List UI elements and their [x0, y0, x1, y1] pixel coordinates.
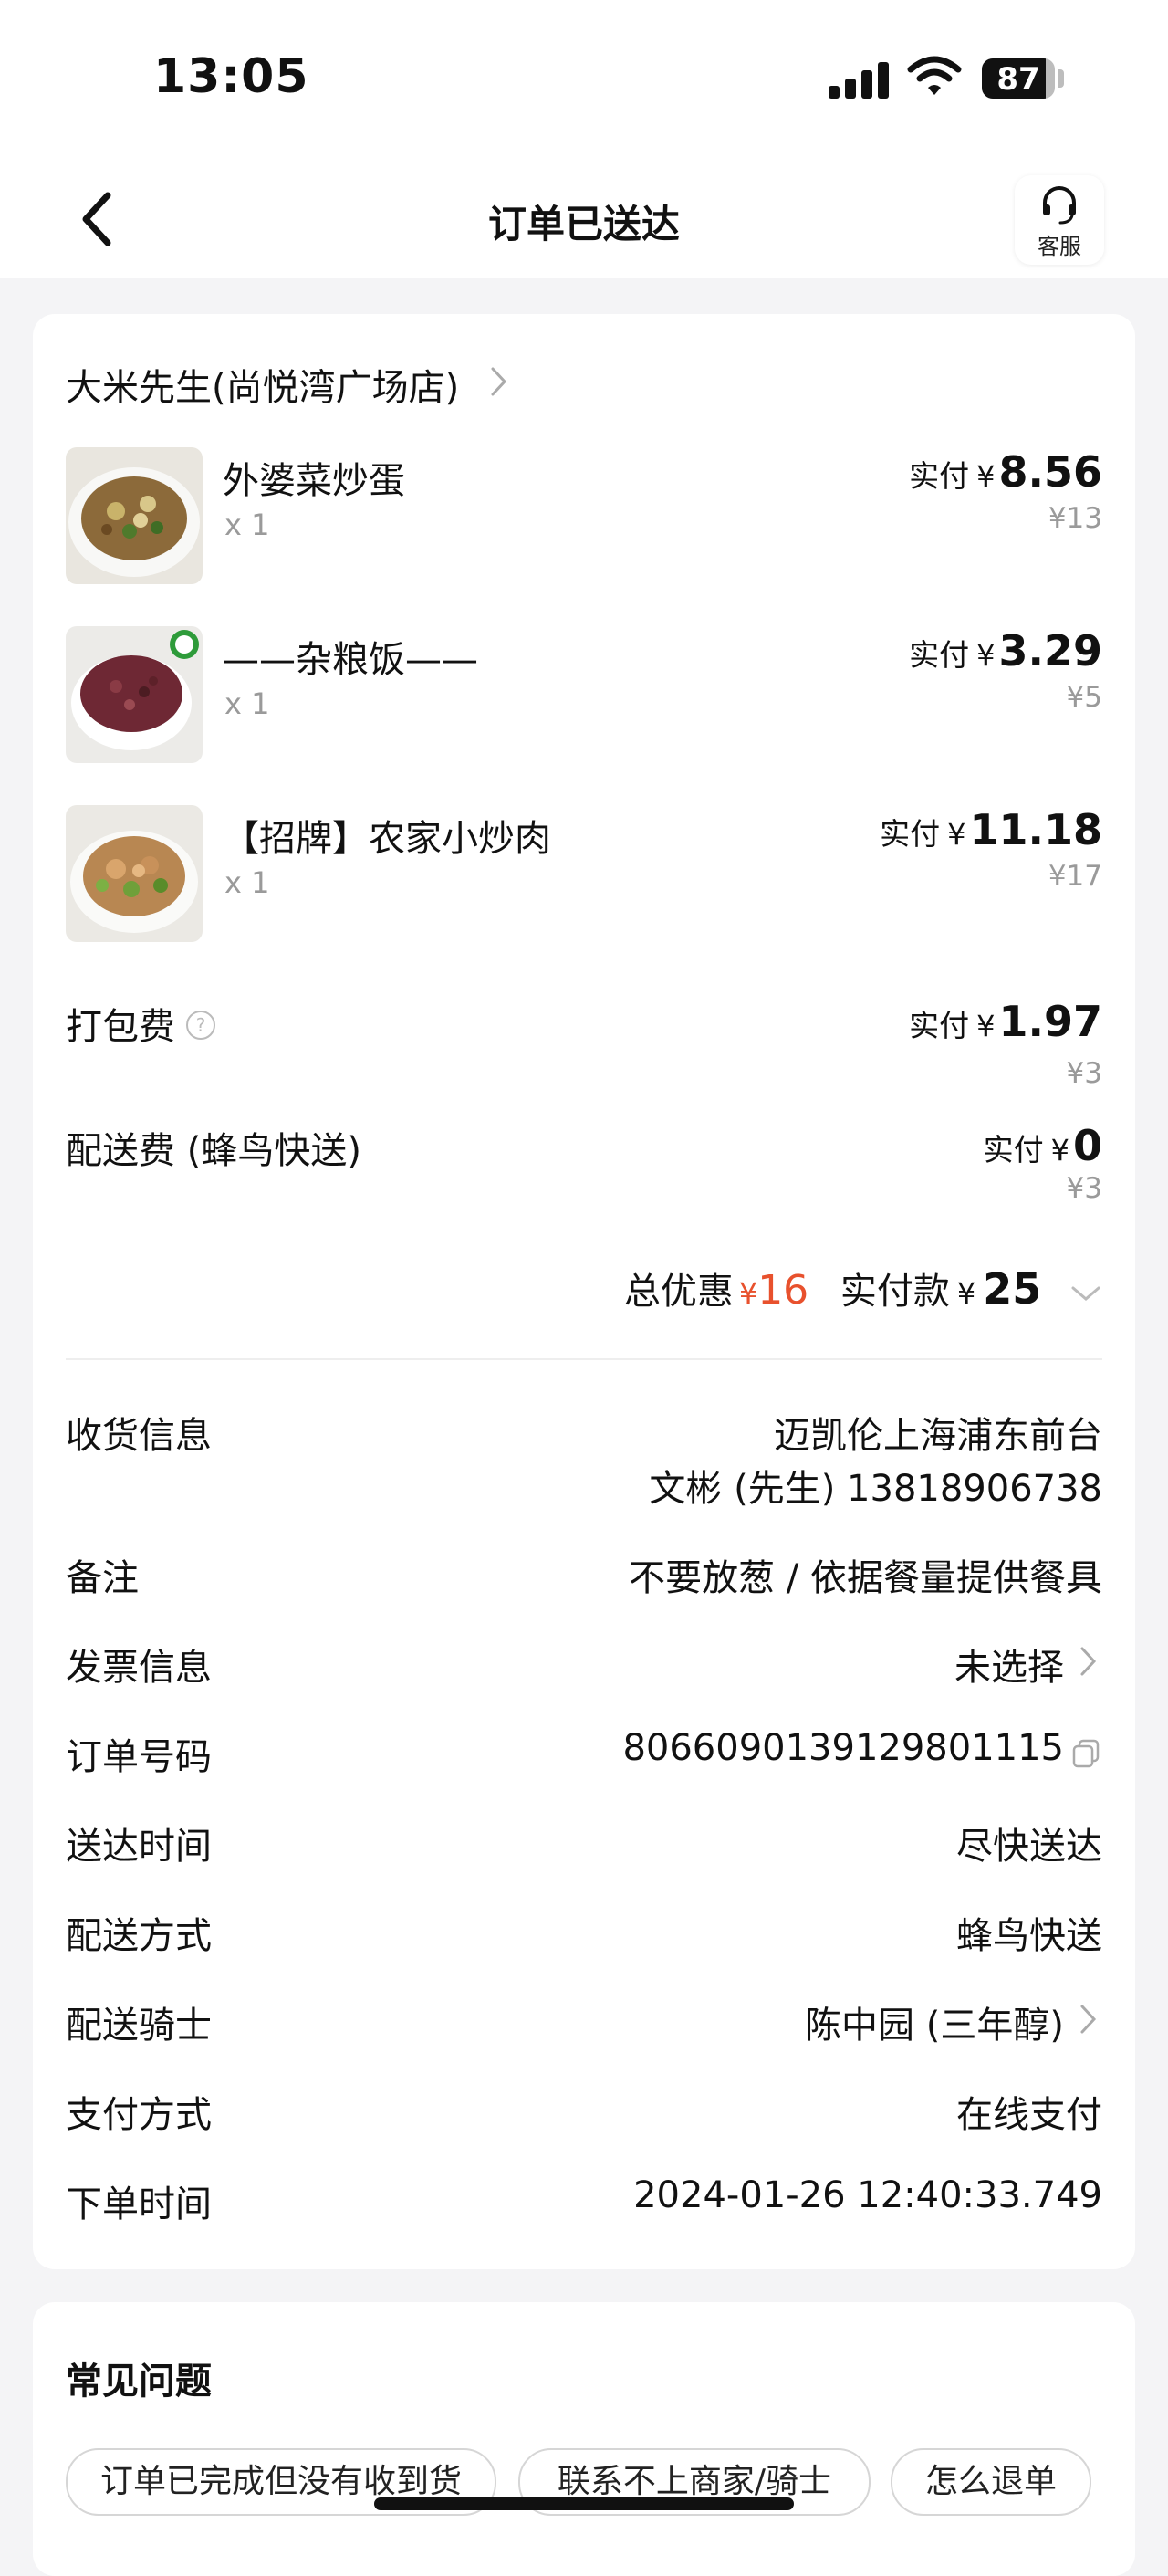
customer-service-label: 客服	[1038, 234, 1081, 259]
dish-image	[66, 805, 203, 942]
order-total[interactable]: 总优惠 ¥16 实付款 ¥25	[624, 1262, 1102, 1314]
delivery-time-label: 送达时间	[66, 1826, 212, 1868]
item-paid-price: 实付 ¥11.18	[880, 805, 1102, 854]
order-time-value: 2024-01-26 12:40:33.749	[633, 2174, 1102, 2216]
paid-amount: 11.18	[969, 805, 1102, 854]
item-quantity: x 1	[224, 865, 270, 900]
paid-amount: 0	[1072, 1121, 1102, 1170]
rider-value: 陈中园 (三年醇)	[805, 2005, 1064, 2047]
note-value: 不要放葱 / 依据餐量提供餐具	[629, 1557, 1102, 1599]
invoice-value: 未选择	[954, 1647, 1064, 1689]
item-quantity: x 1	[224, 508, 270, 542]
total-label: 实付款	[840, 1271, 950, 1313]
item-paid-price: 实付 ¥8.56	[909, 447, 1102, 497]
order-item[interactable]: 【招牌】农家小炒肉 x 1 实付 ¥11.18 ¥17	[66, 805, 1102, 942]
order-number-value: 8066090139129801115	[622, 1727, 1064, 1769]
note-label: 备注	[66, 1557, 139, 1599]
item-name: ——杂粮饭——	[223, 639, 478, 681]
discount-currency: ¥	[738, 1276, 758, 1311]
currency-symbol: ¥	[976, 638, 996, 673]
battery-cap	[1058, 69, 1064, 88]
receiver-contact: 文彬 (先生) 13818906738	[649, 1468, 1102, 1510]
order-time-row: 下单时间 2024-01-26 12:40:33.749	[66, 2174, 1102, 2229]
paid-label: 实付	[909, 1008, 970, 1043]
item-original-price: ¥5	[1066, 681, 1102, 714]
delivery-method-value: 蜂鸟快送	[956, 1915, 1102, 1957]
customer-service-button[interactable]: 客服	[1015, 175, 1104, 265]
packing-fee-row: 打包费? 实付 ¥1.97 ¥3	[66, 997, 1102, 1097]
fee-original-price: ¥3	[1066, 1057, 1102, 1090]
paid-label: 实付	[983, 1132, 1044, 1168]
item-name: 外婆菜炒蛋	[223, 460, 405, 502]
payment-row: 支付方式 在线支付	[66, 2085, 1102, 2140]
battery-level: 87	[996, 61, 1040, 98]
order-item[interactable]: ——杂粮饭—— x 1 实付 ¥3.29 ¥5	[66, 626, 1102, 763]
order-time-label: 下单时间	[66, 2183, 212, 2225]
item-name: 【招牌】农家小炒肉	[223, 818, 551, 860]
currency-symbol: ¥	[976, 459, 996, 494]
faq-card	[33, 2302, 1135, 2576]
delivery-method-label: 配送方式	[66, 1915, 212, 1957]
paid-label: 实付	[880, 816, 941, 852]
chevron-right-icon	[1080, 2005, 1097, 2034]
delivery-fee-row: 配送费 (蜂鸟快送) 实付 ¥0 ¥3	[66, 1121, 1102, 1221]
paid-label: 实付	[909, 458, 970, 494]
total-currency: ¥	[956, 1276, 976, 1311]
divider	[66, 1358, 1102, 1360]
order-item[interactable]: 外婆菜炒蛋 x 1 实付 ¥8.56 ¥13	[66, 447, 1102, 584]
fee-original-price: ¥3	[1066, 1172, 1102, 1205]
rider-label: 配送骑士	[66, 2005, 212, 2047]
status-time: 13:05	[153, 49, 309, 104]
help-icon[interactable]: ?	[186, 1011, 215, 1040]
item-original-price: ¥13	[1048, 502, 1102, 535]
faq-title: 常见问题	[66, 2361, 212, 2403]
paid-amount: 8.56	[998, 447, 1103, 497]
delivery-time-row: 送达时间 尽快送达	[66, 1817, 1102, 1871]
chevron-right-icon	[491, 367, 507, 396]
order-number-row: 订单号码 8066090139129801115	[66, 1727, 1102, 1782]
total-amount: 25	[983, 1264, 1042, 1314]
payment-value: 在线支付	[956, 2094, 1102, 2136]
fee-name: 配送费 (蜂鸟快送)	[66, 1130, 361, 1172]
copy-icon[interactable]	[1071, 1738, 1102, 1769]
discount-label: 总优惠	[623, 1271, 734, 1313]
chevron-down-icon	[1071, 1286, 1100, 1301]
item-original-price: ¥17	[1048, 860, 1102, 893]
wifi-icon	[907, 56, 962, 95]
rider-row[interactable]: 配送骑士 陈中园 (三年醇)	[66, 1995, 1102, 2050]
dish-image	[66, 626, 203, 763]
headset-icon	[1043, 186, 1076, 225]
order-number-label: 订单号码	[66, 1736, 212, 1778]
discount-amount: 16	[757, 1267, 809, 1314]
home-indicator[interactable]	[374, 2497, 794, 2510]
packing-fee-label: 打包费	[66, 1006, 175, 1048]
currency-symbol: ¥	[976, 1009, 996, 1043]
fee-paid-price: 实付 ¥0	[984, 1121, 1102, 1170]
note-row: 备注 不要放葱 / 依据餐量提供餐具	[66, 1548, 1102, 1603]
delivery-time-value: 尽快送达	[956, 1826, 1102, 1868]
item-quantity: x 1	[224, 686, 270, 721]
fee-paid-price: 实付 ¥1.97	[909, 997, 1102, 1046]
payment-label: 支付方式	[66, 2094, 212, 2136]
receiver-info-row: 收货信息 迈凯伦上海浦东前台 文彬 (先生) 13818906738	[66, 1406, 1102, 1515]
currency-symbol: ¥	[947, 817, 966, 852]
chevron-right-icon	[1080, 1647, 1097, 1676]
paid-amount: 1.97	[998, 997, 1103, 1046]
cellular-signal-icon	[829, 60, 891, 99]
paid-label: 实付	[909, 637, 970, 673]
page-title: 订单已送达	[487, 202, 680, 246]
item-paid-price: 实付 ¥3.29	[909, 626, 1102, 675]
faq-item[interactable]: 怎么退单	[891, 2448, 1091, 2516]
invoice-label: 发票信息	[66, 1647, 212, 1689]
dish-image	[66, 447, 203, 584]
paid-amount: 3.29	[998, 626, 1103, 675]
currency-symbol: ¥	[1050, 1133, 1069, 1168]
receiver-label: 收货信息	[66, 1415, 212, 1457]
invoice-row[interactable]: 发票信息 未选择	[66, 1638, 1102, 1692]
receiver-address: 迈凯伦上海浦东前台	[774, 1415, 1102, 1457]
battery-icon: 87	[982, 58, 1055, 99]
store-name[interactable]: 大米先生(尚悦湾广场店)	[66, 358, 459, 411]
fee-name: 打包费?	[66, 997, 215, 1050]
delivery-method-row: 配送方式 蜂鸟快送	[66, 1906, 1102, 1961]
